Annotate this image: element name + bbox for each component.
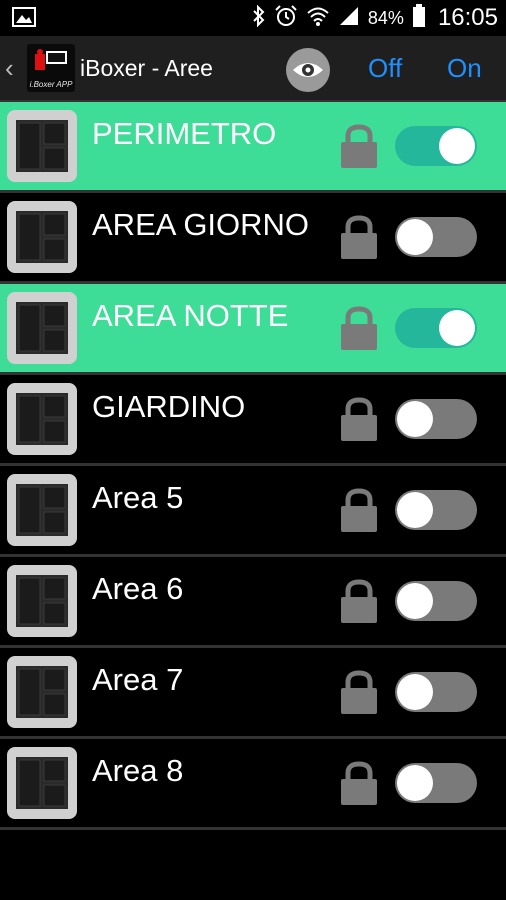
area-toggle[interactable] xyxy=(395,308,477,348)
battery-percent: 84% xyxy=(367,7,404,28)
toggle-knob xyxy=(397,765,433,801)
clock: 16:05 xyxy=(437,4,498,31)
area-label: AREA NOTTE xyxy=(92,298,289,333)
area-toggle[interactable] xyxy=(395,672,477,712)
alarm-icon xyxy=(274,4,298,33)
zone-layout-icon xyxy=(7,656,77,728)
area-row-3[interactable]: AREA NOTTE xyxy=(0,284,506,375)
area-row-7[interactable]: Area 7 xyxy=(0,648,506,739)
area-toggle[interactable] xyxy=(395,399,477,439)
area-list: PERIMETRO AREA GIORNO AREA NOTTE GIARDIN… xyxy=(0,102,506,830)
zone-layout-icon xyxy=(7,383,77,455)
eye-icon xyxy=(293,63,323,77)
zone-layout-icon xyxy=(7,474,77,546)
area-row-4[interactable]: GIARDINO xyxy=(0,375,506,466)
toggle-knob xyxy=(397,674,433,710)
area-label: PERIMETRO xyxy=(92,116,277,151)
status-bar: 84% 16:05 xyxy=(0,0,506,36)
app-logo[interactable]: i.Boxer APP xyxy=(27,44,75,92)
lock-icon[interactable] xyxy=(339,124,379,168)
area-row-2[interactable]: AREA GIORNO xyxy=(0,193,506,284)
app-logo-subtitle: i.Boxer APP xyxy=(29,80,73,89)
lock-icon[interactable] xyxy=(339,397,379,441)
toggle-knob xyxy=(439,128,475,164)
pess-logo-icon xyxy=(35,49,67,70)
area-toggle[interactable] xyxy=(395,126,477,166)
lock-icon[interactable] xyxy=(339,306,379,350)
zone-layout-icon xyxy=(7,201,77,273)
zone-layout-icon xyxy=(7,110,77,182)
area-label: AREA GIORNO xyxy=(92,207,310,242)
action-bar: ‹ i.Boxer APP iBoxer - Aree Off On xyxy=(0,36,506,102)
toggle-knob xyxy=(397,401,433,437)
lock-icon[interactable] xyxy=(339,215,379,259)
area-label: GIARDINO xyxy=(92,389,246,424)
bluetooth-icon xyxy=(252,4,266,32)
area-toggle[interactable] xyxy=(395,490,477,530)
area-label: Area 5 xyxy=(92,480,184,515)
area-row-1[interactable]: PERIMETRO xyxy=(0,102,506,193)
toggle-knob xyxy=(397,492,433,528)
area-row-8[interactable]: Area 8 xyxy=(0,739,506,830)
lock-icon[interactable] xyxy=(339,761,379,805)
back-icon[interactable]: ‹ xyxy=(5,53,14,84)
lock-icon[interactable] xyxy=(339,488,379,532)
area-toggle[interactable] xyxy=(395,763,477,803)
area-toggle[interactable] xyxy=(395,217,477,257)
zone-layout-icon xyxy=(7,292,77,364)
zone-layout-icon xyxy=(7,747,77,819)
zone-layout-icon xyxy=(7,565,77,637)
page-title: iBoxer - Aree xyxy=(80,55,213,81)
area-row-5[interactable]: Area 5 xyxy=(0,466,506,557)
lock-icon[interactable] xyxy=(339,670,379,714)
signal-icon xyxy=(338,6,360,31)
toggle-knob xyxy=(397,583,433,619)
lock-icon[interactable] xyxy=(339,579,379,623)
wifi-icon xyxy=(306,6,330,31)
area-label: Area 8 xyxy=(92,753,184,788)
toggle-knob xyxy=(439,310,475,346)
all-off-button[interactable]: Off xyxy=(368,53,402,84)
toggle-knob xyxy=(397,219,433,255)
eye-button[interactable] xyxy=(286,48,330,92)
area-label: Area 7 xyxy=(92,662,184,697)
area-row-6[interactable]: Area 6 xyxy=(0,557,506,648)
all-on-button[interactable]: On xyxy=(447,53,482,84)
area-label: Area 6 xyxy=(92,571,184,606)
battery-icon xyxy=(412,3,426,33)
area-toggle[interactable] xyxy=(395,581,477,621)
image-icon xyxy=(12,7,36,32)
